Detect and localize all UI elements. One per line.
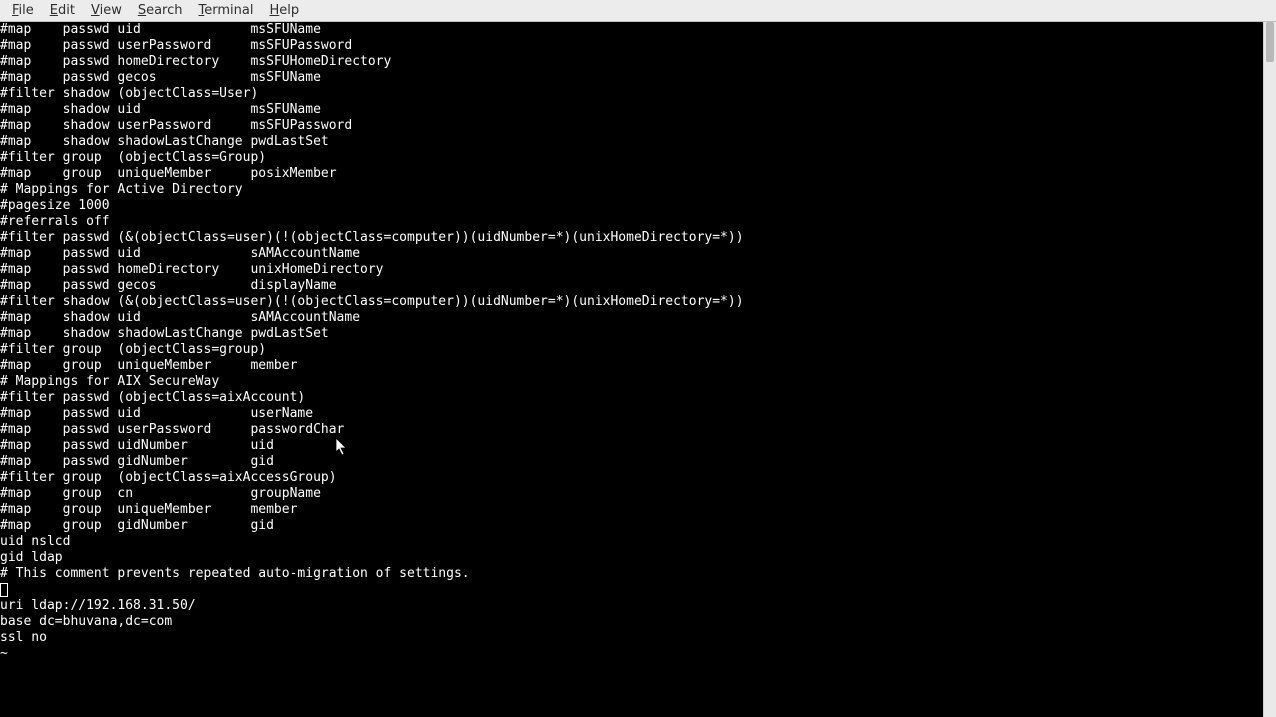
terminal-line: #map passwd uidNumber uid — [0, 438, 1263, 454]
terminal-line: #map passwd userPassword msSFUPassword — [0, 38, 1263, 54]
terminal-line: #filter shadow (objectClass=User) — [0, 86, 1263, 102]
terminal-line: # Mappings for Active Directory — [0, 182, 1263, 198]
terminal-line: #map shadow shadowLastChange pwdLastSet — [0, 326, 1263, 342]
terminal-line: #filter passwd (objectClass=aixAccount) — [0, 390, 1263, 406]
terminal-output[interactable]: #map passwd uid msSFUName#map passwd use… — [0, 22, 1263, 717]
terminal-line: #map passwd gecos msSFUName — [0, 70, 1263, 86]
terminal-line: #map passwd homeDirectory msSFUHomeDirec… — [0, 54, 1263, 70]
terminal-line: ssl no — [0, 630, 1263, 646]
menu-help[interactable]: Help — [261, 1, 307, 20]
menu-terminal[interactable]: Terminal — [191, 1, 262, 20]
menu-file[interactable]: File — [4, 1, 42, 20]
terminal-line: #map group uniqueMember posixMember — [0, 166, 1263, 182]
terminal-line: #map passwd homeDirectory unixHomeDirect… — [0, 262, 1263, 278]
terminal-line: uid nslcd — [0, 534, 1263, 550]
terminal-line: gid ldap — [0, 550, 1263, 566]
terminal-line: #map group uniqueMember member — [0, 358, 1263, 374]
terminal-line: #map group gidNumber gid — [0, 518, 1263, 534]
terminal-line: #filter shadow (&(objectClass=user)(!(ob… — [0, 294, 1263, 310]
terminal-line: #map passwd uid msSFUName — [0, 22, 1263, 38]
terminal-line: #map group cn groupName — [0, 486, 1263, 502]
terminal-line: #map passwd userPassword passwordChar — [0, 422, 1263, 438]
cursor — [0, 583, 8, 597]
scrollbar-thumb[interactable] — [1266, 22, 1274, 62]
terminal-line: #map passwd uid sAMAccountName — [0, 246, 1263, 262]
menubar: File Edit View Search Terminal Help — [0, 0, 1276, 22]
terminal-line: # This comment prevents repeated auto-mi… — [0, 566, 1263, 582]
terminal-area: #map passwd uid msSFUName#map passwd use… — [0, 22, 1276, 717]
terminal-line: #map passwd uid userName — [0, 406, 1263, 422]
terminal-line: #map shadow userPassword msSFUPassword — [0, 118, 1263, 134]
terminal-line: uri ldap://192.168.31.50/ — [0, 598, 1263, 614]
terminal-line: #filter group (objectClass=aixAccessGrou… — [0, 470, 1263, 486]
menu-edit[interactable]: Edit — [42, 1, 83, 20]
terminal-line: #referrals off — [0, 214, 1263, 230]
terminal-line: #map passwd gidNumber gid — [0, 454, 1263, 470]
terminal-line: ~ — [0, 646, 1263, 662]
terminal-line: #map shadow shadowLastChange pwdLastSet — [0, 134, 1263, 150]
terminal-line: #map shadow uid msSFUName — [0, 102, 1263, 118]
terminal-line — [0, 582, 1263, 598]
terminal-line: #filter group (objectClass=Group) — [0, 150, 1263, 166]
terminal-line: base dc=bhuvana,dc=com — [0, 614, 1263, 630]
terminal-line: #pagesize 1000 — [0, 198, 1263, 214]
terminal-line: #map shadow uid sAMAccountName — [0, 310, 1263, 326]
terminal-line: #filter group (objectClass=group) — [0, 342, 1263, 358]
terminal-line: #filter passwd (&(objectClass=user)(!(ob… — [0, 230, 1263, 246]
menu-search[interactable]: Search — [130, 1, 191, 20]
terminal-line: #map passwd gecos displayName — [0, 278, 1263, 294]
terminal-line: #map group uniqueMember member — [0, 502, 1263, 518]
menu-view[interactable]: View — [83, 1, 130, 20]
scrollbar[interactable] — [1263, 22, 1276, 717]
terminal-line: # Mappings for AIX SecureWay — [0, 374, 1263, 390]
